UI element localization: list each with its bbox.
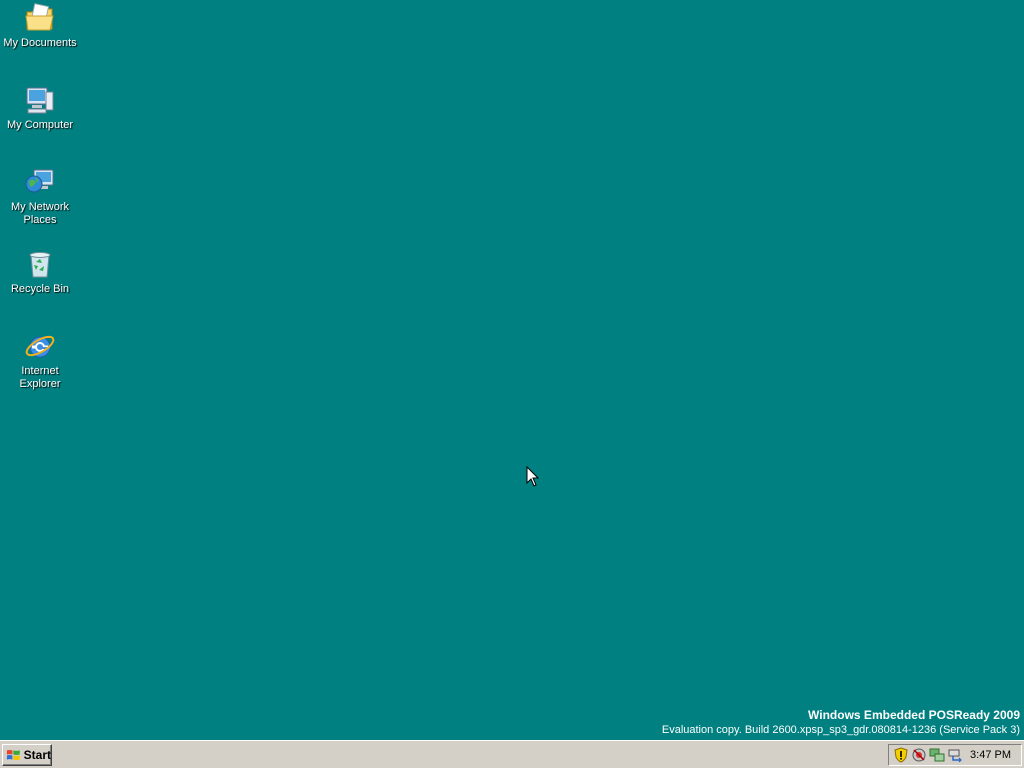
- safely-remove-hardware-icon[interactable]: [947, 747, 963, 763]
- watermark-title: Windows Embedded POSReady 2009: [808, 708, 1020, 722]
- desktop[interactable]: My Documents My Computer My Network Plac…: [0, 0, 1024, 740]
- windows-logo-icon: [6, 749, 20, 761]
- desktop-icon-label: Internet Explorer: [19, 365, 61, 390]
- desktop-icon-my-documents[interactable]: My Documents: [1, 2, 79, 50]
- edition-watermark: Windows Embedded POSReady 2009 Evaluatio…: [662, 708, 1020, 737]
- start-button[interactable]: Start: [2, 744, 52, 766]
- network-icon[interactable]: [929, 747, 945, 763]
- recycle-bin-icon: [29, 252, 51, 278]
- desktop-icon-label: My Network Places: [10, 201, 70, 226]
- desktop-icon-label: My Computer: [6, 119, 74, 131]
- mouse-cursor-icon: [526, 466, 539, 487]
- taskbar: Start 3:47 PM: [0, 740, 1024, 768]
- my-documents-icon: [25, 3, 54, 31]
- security-shield-icon[interactable]: [893, 747, 909, 763]
- my-computer-icon: [26, 87, 54, 114]
- desktop-icon-label: My Documents: [3, 37, 77, 49]
- start-label: Start: [23, 748, 51, 762]
- desktop-icon-my-network-places[interactable]: My Network Places: [1, 166, 79, 227]
- desktop-icon-label: Recycle Bin: [10, 283, 70, 295]
- watermark-subtitle: Evaluation copy. Build 2600.xpsp_sp3_gdr…: [661, 724, 1020, 736]
- network-places-icon: [25, 169, 54, 193]
- desktop-icon-recycle-bin[interactable]: Recycle Bin: [1, 248, 79, 296]
- desktop-icon-internet-explorer[interactable]: Internet Explorer: [1, 330, 79, 391]
- internet-explorer-icon: [25, 335, 55, 358]
- clock[interactable]: 3:47 PM: [970, 749, 1011, 761]
- antivirus-icon[interactable]: [911, 747, 927, 763]
- desktop-icon-my-computer[interactable]: My Computer: [1, 84, 79, 132]
- system-tray: 3:47 PM: [888, 744, 1022, 766]
